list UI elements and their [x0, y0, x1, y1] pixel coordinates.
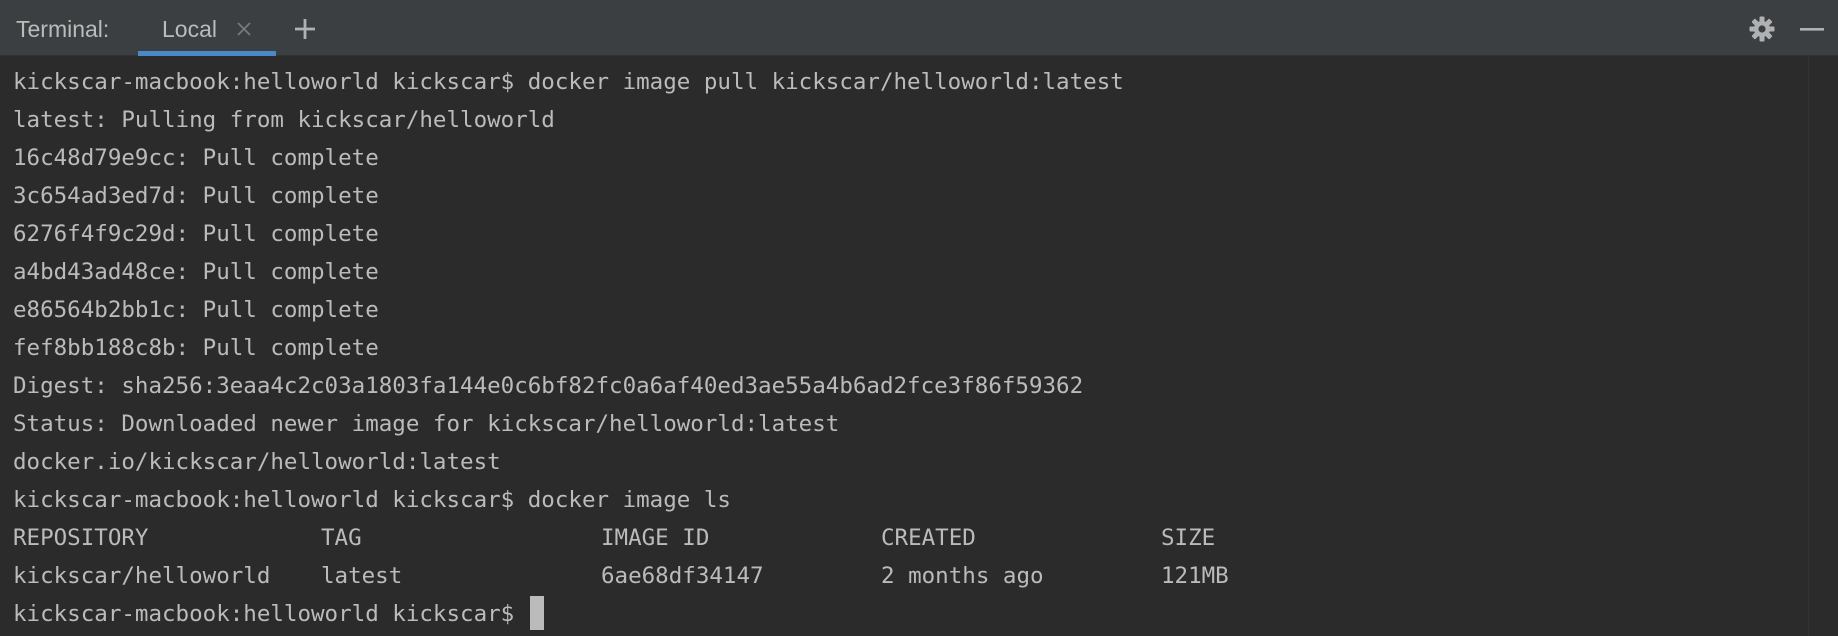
terminal-title: Terminal:: [16, 16, 110, 42]
column-header-repository: REPOSITORY: [13, 525, 149, 551]
terminal-line: a4bd43ad48ce: Pull complete: [13, 259, 379, 285]
table-row: kickscar/helloworld latest 6ae68df34147 …: [13, 557, 1229, 595]
terminal-line: kickscar-macbook:helloworld kickscar$ do…: [13, 487, 731, 513]
cell-size: 121MB: [1161, 563, 1229, 589]
column-header-size: SIZE: [1161, 525, 1216, 551]
gear-icon[interactable]: [1748, 15, 1776, 43]
terminal-line: e86564b2bb1c: Pull complete: [13, 297, 379, 323]
terminal-line: kickscar-macbook:helloworld kickscar$ do…: [13, 69, 1124, 95]
cell-created: 2 months ago: [881, 563, 1044, 589]
terminal-line: Digest: sha256:3eaa4c2c03a1803fa144e0c6b…: [13, 373, 1084, 399]
terminal-line: latest: Pulling from kickscar/helloworld: [13, 107, 555, 133]
table-header-row: REPOSITORY TAG IMAGE ID CREATED SIZE: [13, 519, 1215, 557]
cell-image-id: 6ae68df34147: [601, 563, 764, 589]
terminal-lines: kickscar-macbook:helloworld kickscar$ do…: [13, 63, 1229, 633]
terminal-line: docker.io/kickscar/helloworld:latest: [13, 449, 501, 475]
terminal-line: Status: Downloaded newer image for kicks…: [13, 411, 840, 437]
scrollbar[interactable]: [1808, 56, 1838, 636]
terminal-line: fef8bb188c8b: Pull complete: [13, 335, 379, 361]
terminal-line: 16c48d79e9cc: Pull complete: [13, 145, 379, 171]
prompt-line[interactable]: kickscar-macbook:helloworld kickscar$: [13, 595, 1124, 633]
terminal-line: 6276f4f9c29d: Pull complete: [13, 221, 379, 247]
column-header-image-id: IMAGE ID: [601, 525, 710, 551]
text-cursor: [529, 595, 544, 630]
tab-local[interactable]: Local: [138, 0, 276, 56]
minimize-icon[interactable]: [1798, 15, 1826, 43]
cell-repository: kickscar/helloworld: [13, 563, 271, 589]
close-icon[interactable]: [234, 19, 254, 39]
prompt: kickscar-macbook:helloworld kickscar$: [13, 601, 528, 627]
terminal-tab-bar: Terminal: Local: [0, 0, 1838, 56]
column-header-created: CREATED: [881, 525, 976, 551]
plus-icon[interactable]: [292, 16, 318, 42]
terminal-window: Terminal: Local kickscar-macbook:hellowo…: [0, 0, 1838, 636]
tab-local-label: Local: [162, 16, 217, 42]
column-header-tag: TAG: [321, 525, 362, 551]
terminal-line: 3c654ad3ed7d: Pull complete: [13, 183, 379, 209]
cell-tag: latest: [321, 563, 403, 589]
